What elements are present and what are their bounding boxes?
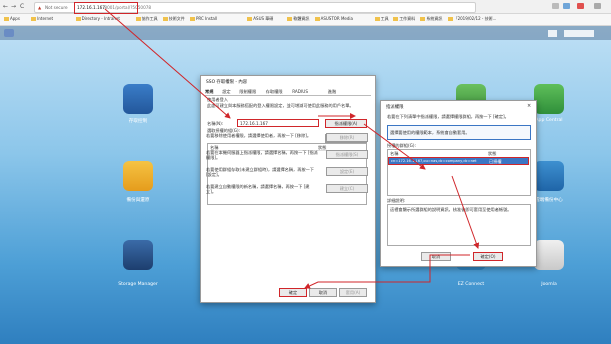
folder-icon (287, 17, 293, 21)
rule-button[interactable]: 建立(C) (326, 184, 368, 193)
tab-strip: 常規 設定 限制權限 存取權限 RADIUS 進階 (205, 88, 371, 96)
folder-icon (374, 17, 380, 21)
description-text: 若要在下列清單中指派權限，請選擇權限群組，再按一下 [確定]。 (387, 114, 509, 119)
rule-text: 若要移除使用者權限，請選擇使用者，再按一下 [移除]。 (206, 133, 312, 138)
bookmark-item[interactable]: 工作資料 (393, 16, 415, 22)
folder-icon (190, 17, 195, 21)
description-text: 此處可建立與本服務搭配的登入權限設定，並可增減可使用此服務的用戶名單。 (207, 103, 354, 108)
bookmark-item[interactable]: 工具 (374, 16, 389, 22)
bookmark-item[interactable]: Apps (4, 16, 20, 21)
app-label: Joomla (541, 282, 557, 287)
app-label: Storage Manager (118, 282, 158, 287)
app-joomla-icon[interactable] (534, 240, 564, 270)
selected-row[interactable]: cn=172.16.1.167,ou=nas,dc=company,dc=net… (388, 157, 529, 165)
rule-button[interactable]: 移除(R) (326, 133, 368, 142)
app-backup-icon[interactable] (123, 161, 153, 191)
apply-button[interactable]: 套用(A) (339, 288, 367, 297)
security-label: Not secure (45, 5, 68, 10)
rule-text: 若要建立自動權限的新名稱，請選擇名稱，再按一下 [建立]。 (206, 184, 310, 194)
app-access-control-icon[interactable] (123, 84, 153, 114)
menu-icon[interactable] (594, 3, 601, 9)
name-input[interactable]: 172.16.1.167 (237, 119, 319, 127)
back-button[interactable]: ← (3, 3, 8, 10)
bookmark-item[interactable]: 技術文件 (162, 16, 185, 22)
rule-text: 若要在本機伺服器上指派權限，請選擇名稱，再按一下 [指派權限]。 (206, 150, 318, 160)
url-highlight (74, 1, 138, 14)
folder-icon (31, 17, 37, 21)
rule-text: 若要使用群組存取(未建立群組時)，請選擇名稱，再按一下 [設定]。 (206, 167, 314, 177)
user-avatar[interactable] (564, 30, 594, 37)
folder-icon (393, 17, 399, 21)
tab-4[interactable]: RADIUS (292, 89, 308, 94)
extension-icon[interactable] (552, 3, 559, 9)
rule-button[interactable]: 指派權限(S) (326, 150, 368, 159)
tab-0[interactable]: 常規 (205, 89, 213, 95)
dialog-title: 指派權限 (386, 105, 404, 110)
app-cloud-icon[interactable] (534, 161, 564, 191)
bookmark-item[interactable]: PRC Install (190, 16, 217, 21)
dialog-title: SSO 存取權限 - 內容 (206, 80, 248, 85)
bookmark-item[interactable]: 協作工具 (135, 16, 158, 22)
tab-3[interactable]: 存取權限 (266, 89, 283, 95)
bookmark-item[interactable]: Internet (31, 16, 53, 21)
desktop-taskbar (0, 26, 611, 40)
cancel-button[interactable]: 取消 (309, 288, 337, 297)
folder-icon (4, 17, 9, 21)
bookmark-item[interactable]: 軟體資訊 (287, 16, 309, 22)
folder-icon (447, 17, 453, 21)
assign-dialog: 指派權限 × 若要在下列清單中指派權限，請選擇權限群組，再按一下 [確定]。 選… (380, 100, 537, 267)
warning-icon: ▲ (38, 5, 42, 10)
group-list[interactable]: 名稱 狀態 cn=172.16.1.167,ou=nas,dc=company,… (387, 149, 531, 196)
folder-icon (162, 17, 168, 21)
folder-icon (135, 17, 141, 21)
extension-icon-3[interactable] (577, 3, 584, 9)
tab-2[interactable]: 限制權限 (239, 89, 256, 95)
folder-icon (247, 17, 253, 21)
grid-icon[interactable] (548, 30, 557, 37)
tab-1[interactable]: 設定 (222, 89, 230, 95)
detail-box: 這裡會顯示所選群組的說明資訊，核准後即可套用至使用者帳號。 (387, 204, 531, 246)
folder-icon (75, 17, 81, 21)
app-label: 備份與還原 (126, 198, 150, 203)
bookmark-item[interactable]: Directory - Intranet (75, 16, 120, 21)
folder-icon (420, 17, 426, 21)
app-storage-icon[interactable] (123, 240, 153, 270)
tab-5[interactable]: 進階 (328, 89, 336, 95)
bookmark-item[interactable]: 「2019/02/12 - 技術... (447, 16, 496, 22)
name-label: 名稱(N): (207, 121, 224, 126)
app-central-icon[interactable] (534, 84, 564, 114)
bookmark-item[interactable]: ASUS 華碩 (247, 16, 273, 22)
app-label: EZ Connect (457, 282, 485, 287)
extension-icon-2[interactable] (563, 3, 570, 9)
select-permission-button[interactable]: 指派權限(A) (325, 119, 367, 128)
start-icon[interactable] (4, 29, 14, 37)
reload-button[interactable]: C (20, 3, 24, 10)
rule-button[interactable]: 設定(E) (326, 167, 368, 176)
info-box: 選擇要使用的權限範本，系統會自動套用。 (387, 125, 531, 140)
bookmark-item[interactable]: 系統資訊 (420, 16, 442, 22)
app-label: 存取控制 (128, 119, 148, 124)
ok-button[interactable]: 確定(O) (473, 252, 503, 261)
ok-button[interactable]: 確定 (279, 288, 307, 297)
close-icon[interactable]: × (527, 103, 531, 109)
bookmark-item[interactable]: ASUSTOR Media (314, 16, 353, 21)
cancel-button[interactable]: 取消 (421, 252, 451, 261)
folder-icon (314, 17, 320, 21)
forward-button[interactable]: → (11, 3, 16, 10)
